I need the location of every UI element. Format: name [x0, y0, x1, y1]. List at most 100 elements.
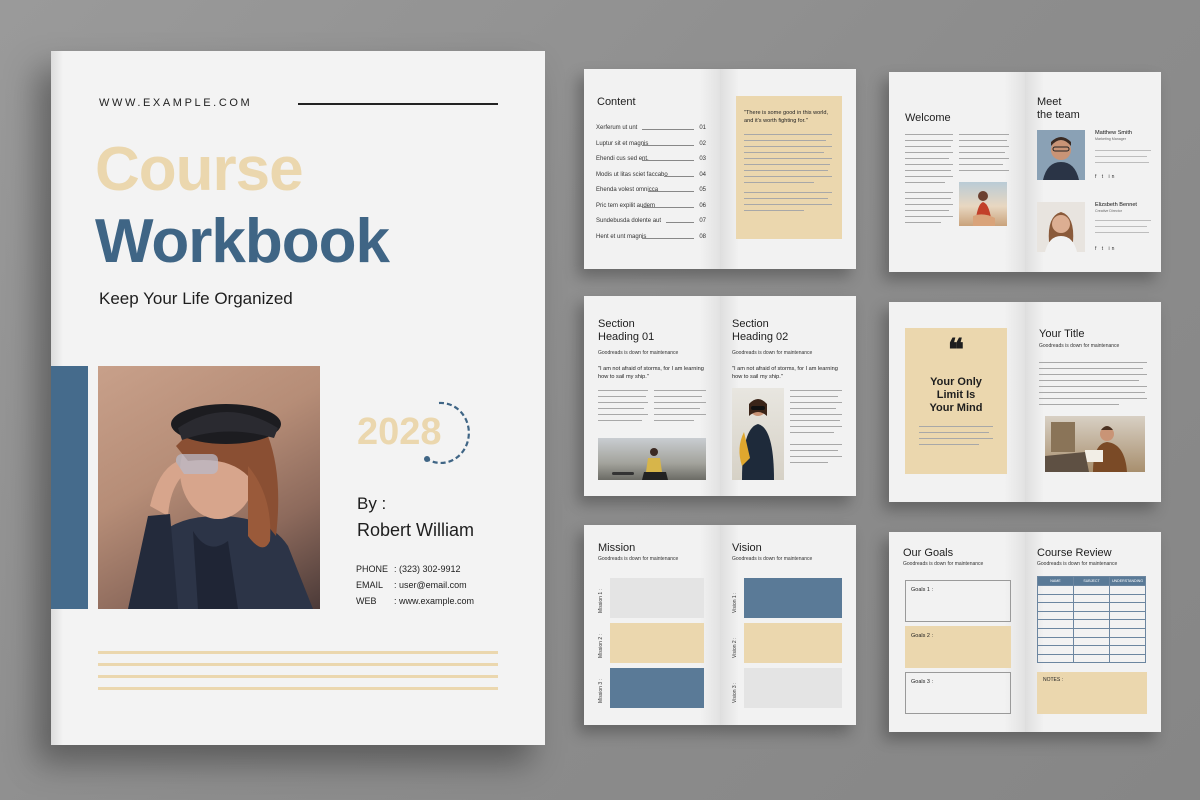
goal-box-3[interactable]: Goals 3 :: [905, 672, 1011, 714]
contact-web-value: : www.example.com: [394, 596, 475, 606]
spread-quote[interactable]: ❝ Your Only Limit Is Your Mind Your Titl…: [889, 302, 1161, 502]
vision-label-2: Vision 2 :: [732, 637, 738, 658]
text-line: [1095, 150, 1151, 152]
table-row[interactable]: [1037, 610, 1146, 621]
table-row[interactable]: [1037, 645, 1146, 655]
title-right-page: Your Title Goodreads is down for mainten…: [1025, 302, 1161, 502]
text-line: [905, 176, 953, 178]
table-row[interactable]: [1037, 585, 1146, 595]
review-title: Course Review: [1037, 547, 1112, 559]
text-line: [919, 444, 979, 446]
text-line: [598, 396, 646, 398]
section-quote-right: "I am not afraid of storms, for I am lea…: [732, 366, 838, 380]
section-photo-left: [598, 438, 706, 480]
vision-box-1[interactable]: [744, 578, 842, 618]
text-line: [744, 204, 832, 206]
quote-left-page: ❝ Your Only Limit Is Your Mind: [889, 302, 1025, 502]
mission-box-1[interactable]: [610, 578, 704, 618]
text-line: [905, 204, 953, 206]
member-role-2: Creative Director: [1095, 209, 1122, 213]
text-line: [790, 444, 842, 446]
goal-box-2[interactable]: Goals 2 :: [905, 626, 1011, 668]
toc-item-num: 06: [699, 203, 706, 209]
section-right-page: Section Heading 02 Goodreads is down for…: [720, 296, 856, 496]
cover-accent-bar: [51, 366, 88, 609]
cover-by-label: By :: [357, 494, 387, 513]
text-line: [905, 182, 945, 184]
goal-label-3: Goals 3 :: [911, 679, 934, 685]
table-row[interactable]: [1037, 619, 1146, 629]
table-row[interactable]: [1037, 636, 1146, 647]
toc-leader: [642, 160, 694, 161]
text-line: [1039, 392, 1145, 394]
section-subtitle-left: Goodreads is down for maintenance: [598, 350, 679, 356]
quote-card: ❝ Your Only Limit Is Your Mind: [905, 328, 1007, 474]
toc-leader: [642, 145, 694, 146]
toc-item-label: Ehendi cus sed ent.: [596, 156, 649, 162]
text-line: [790, 450, 838, 452]
spread-sections[interactable]: Section Heading 01 Goodreads is down for…: [584, 296, 856, 496]
text-line: [744, 140, 826, 142]
text-line: [598, 414, 648, 416]
text-line: [905, 152, 953, 154]
text-line: [905, 158, 949, 160]
mission-box-2[interactable]: [610, 623, 704, 663]
text-line: [790, 456, 842, 458]
member-social-icons-2[interactable]: f t in: [1095, 246, 1116, 252]
toc-item-num: 07: [699, 218, 706, 224]
member-social-icons-1[interactable]: f t in: [1095, 174, 1116, 180]
vision-box-2[interactable]: [744, 623, 842, 663]
year-dashed-ring: [424, 401, 470, 464]
toc-item[interactable]: Xerferum ut unt 01: [596, 125, 706, 131]
mission-box-3[interactable]: [610, 668, 704, 708]
spread-goals-review[interactable]: Our Goals Goodreads is down for maintena…: [889, 532, 1161, 732]
spread-mission-vision[interactable]: Mission Goodreads is down for maintenanc…: [584, 525, 856, 725]
cover-tagline: Keep Your Life Organized: [99, 289, 293, 308]
toc-item[interactable]: Ehenda volest omnicca 05: [596, 187, 706, 193]
spread-content[interactable]: Content Xerferum ut unt 01 Luptur sit et …: [584, 69, 856, 269]
text-line: [905, 222, 941, 224]
contact-web-label: WEB: [356, 596, 377, 606]
toc-item[interactable]: Luptur sit et magnis 02: [596, 141, 706, 147]
cover-title-line2: Workbook: [95, 207, 390, 276]
workbook-cover[interactable]: WWW.EXAMPLE.COM Course Workbook Keep You…: [51, 51, 545, 745]
goals-title: Our Goals: [903, 547, 954, 559]
quote-line-3: Your Mind: [929, 402, 983, 414]
text-line: [744, 158, 832, 160]
text-line: [744, 134, 832, 136]
text-line: [1095, 156, 1147, 158]
toc-item[interactable]: Hent et unt magnis 08: [596, 234, 706, 240]
text-line: [790, 432, 834, 434]
toc-item-label: Pric tem expilit audem: [596, 203, 656, 209]
vision-box-3[interactable]: [744, 668, 842, 708]
text-line: [598, 408, 644, 410]
contact-phone: PHONE: (323) 302-9912: [356, 564, 461, 574]
notes-box[interactable]: NOTES :: [1037, 672, 1147, 714]
text-line: [744, 198, 828, 200]
mission-subtitle: Goodreads is down for maintenance: [598, 556, 679, 562]
goal-box-1[interactable]: Goals 1 :: [905, 580, 1011, 622]
table-row[interactable]: [1037, 653, 1146, 664]
toc-item[interactable]: Sundebusda dolente aut 07: [596, 218, 706, 224]
toc-item[interactable]: Modis ut litas sciet faccabo 04: [596, 172, 706, 178]
section-heading-01-line1: Section: [598, 318, 635, 330]
text-line: [919, 426, 993, 428]
text-line: [790, 462, 828, 464]
text-line: [1095, 232, 1149, 234]
vision-label-3: Vision 3 :: [732, 682, 738, 703]
content-quote: "There is some good in this world, and i…: [744, 110, 829, 124]
spread-welcome[interactable]: Welcome Meet the team Matthew Smith Mark…: [889, 72, 1161, 272]
text-line: [790, 396, 838, 398]
text-line: [959, 140, 1007, 142]
table-row[interactable]: [1037, 593, 1146, 604]
contact-phone-value: : (323) 302-9912: [394, 564, 461, 574]
review-table[interactable]: NAME SUBJECT UNDERSTANDING: [1037, 576, 1146, 664]
toc-item[interactable]: Pric tem expilit audem 06: [596, 203, 706, 209]
text-line: [790, 402, 842, 404]
toc-item[interactable]: Ehendi cus sed ent. 03: [596, 156, 706, 162]
text-line: [1039, 374, 1147, 376]
text-line: [1095, 162, 1149, 164]
table-row[interactable]: [1037, 627, 1146, 638]
text-line: [905, 192, 953, 194]
table-row[interactable]: [1037, 602, 1146, 612]
